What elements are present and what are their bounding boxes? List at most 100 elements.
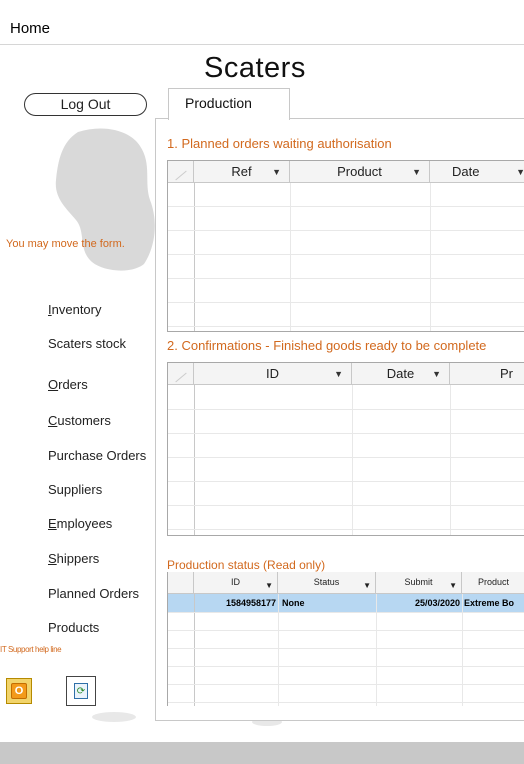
grid-line [168, 326, 524, 327]
nav-label-rest: mployees [56, 516, 113, 531]
grid-line [168, 684, 524, 685]
grid-line [168, 254, 524, 255]
app-title: Scaters [204, 52, 306, 84]
grid-line [168, 666, 524, 667]
chevron-down-icon[interactable]: ▼ [449, 576, 457, 596]
production-status-grid[interactable]: ID ▼ Status ▼ Submit ▼ Product 1584958177 N… [167, 572, 524, 706]
chevron-down-icon[interactable]: ▼ [334, 363, 343, 385]
column-label: ID [266, 366, 279, 381]
grid-line [194, 594, 195, 706]
grid-line [168, 529, 524, 530]
nav-label: S [48, 551, 57, 566]
grid-selector-column [194, 385, 195, 535]
planned-orders-title: 1. Planned orders waiting authorisation [167, 136, 392, 151]
cell-status: None [282, 598, 305, 608]
column-header-ref[interactable]: Ref ▼ [194, 161, 290, 183]
grid-line [352, 385, 353, 535]
chevron-down-icon[interactable]: ▼ [516, 161, 524, 183]
grid-line [168, 206, 524, 207]
confirmations-grid[interactable]: ID ▼ Date ▼ Pr [167, 362, 524, 536]
logo-shadow-image [55, 128, 155, 271]
nav-label: O [48, 377, 59, 392]
it-support-label: IT Support help line [0, 645, 62, 654]
decorative-shadow [92, 712, 136, 722]
nav-label-rest: nventory [51, 302, 102, 317]
column-label: Pr [500, 366, 513, 381]
sidebar-item-shippers[interactable]: Shippers [48, 551, 99, 566]
column-label: Ref [231, 164, 252, 179]
column-header-product[interactable]: Product ▼ [290, 161, 430, 183]
chevron-down-icon[interactable]: ▼ [363, 576, 371, 596]
logout-button[interactable]: Log Out [24, 93, 147, 116]
nav-label-rest: hippers [56, 551, 100, 566]
planned-orders-grid[interactable]: Ref ▼ Product ▼ Date ▼ [167, 160, 524, 332]
office-icon: O [11, 683, 27, 699]
sidebar-item-scaters-stock[interactable]: Scaters stock [48, 336, 126, 351]
tab-home[interactable]: Home [10, 20, 50, 37]
column-label: ID [231, 577, 240, 587]
sidebar-item-orders[interactable]: Orders [48, 377, 88, 392]
grid-select-all[interactable] [168, 363, 194, 385]
column-header-date[interactable]: Date ▼ [352, 363, 450, 385]
refresh-icon: ⟳ [74, 683, 88, 699]
grid-line [168, 409, 524, 410]
grid-line [462, 594, 463, 706]
sidebar-item-products[interactable]: Products [48, 620, 99, 635]
column-label: Date [452, 164, 480, 179]
cell-id: 1584958177 [225, 598, 276, 608]
tab-production[interactable]: Production [168, 88, 290, 120]
chevron-down-icon[interactable]: ▼ [432, 363, 441, 385]
status-bar [0, 742, 524, 764]
grid-line [168, 302, 524, 303]
grid-line [168, 278, 524, 279]
chevron-down-icon[interactable]: ▼ [412, 161, 421, 183]
grid-line [168, 230, 524, 231]
column-header-submit[interactable]: Submit ▼ [376, 572, 462, 594]
column-header-product[interactable]: Pr [450, 363, 524, 385]
nav-label: C [48, 413, 58, 428]
sidebar-item-suppliers[interactable]: Suppliers [48, 482, 102, 497]
column-header-status[interactable]: Status ▼ [278, 572, 376, 594]
grid-line [168, 457, 524, 458]
nav-label-rest: ustomers [57, 413, 111, 428]
nav-label-rest: rders [58, 377, 88, 392]
column-header-id[interactable]: ID ▼ [194, 363, 352, 385]
grid-line [168, 702, 524, 703]
sidebar-item-planned-orders[interactable]: Planned Orders [48, 586, 139, 601]
sidebar-item-employees[interactable]: Employees [48, 516, 112, 531]
grid-line [168, 648, 524, 649]
top-divider [0, 44, 524, 45]
cell-submit: 25/03/2020 [414, 598, 460, 608]
column-header-product[interactable]: Product [462, 572, 524, 594]
grid-line [376, 594, 377, 706]
office-button[interactable]: O [6, 678, 32, 704]
app-window: Home Scaters Log Out You may move the fo… [0, 0, 524, 764]
column-label: Product [337, 164, 382, 179]
column-label: Submit [404, 577, 433, 587]
grid-line [450, 385, 451, 535]
column-label: Date [386, 366, 415, 381]
column-label: Status [313, 577, 340, 587]
grid-line [168, 630, 524, 631]
grid-select-all[interactable] [168, 161, 194, 183]
confirmations-title: 2. Confirmations - Finished goods ready … [167, 338, 487, 353]
chevron-down-icon[interactable]: ▼ [265, 576, 273, 596]
nav-label: E [48, 516, 57, 531]
column-header-id[interactable]: ID ▼ [194, 572, 278, 594]
grid-line [168, 505, 524, 506]
grid-line [168, 481, 524, 482]
table-row[interactable]: 1584958177 None 25/03/2020 Extreme Bo [168, 594, 524, 612]
sidebar-item-purchase-orders[interactable]: Purchase Orders [48, 448, 146, 463]
sidebar-item-inventory[interactable]: Inventory [48, 302, 102, 317]
refresh-button[interactable]: ⟳ [66, 676, 96, 706]
grid-line [168, 433, 524, 434]
production-status-title: Production status (Read only) [167, 558, 326, 572]
chevron-down-icon[interactable]: ▼ [272, 161, 281, 183]
sidebar-item-customers[interactable]: Customers [48, 413, 111, 428]
grid-line [278, 594, 279, 706]
move-form-hint: You may move the form. [6, 238, 125, 250]
cell-product: Extreme Bo [464, 598, 515, 608]
grid-select-all[interactable] [168, 572, 194, 594]
column-header-date[interactable]: Date ▼ [430, 161, 524, 183]
grid-line [168, 612, 524, 613]
